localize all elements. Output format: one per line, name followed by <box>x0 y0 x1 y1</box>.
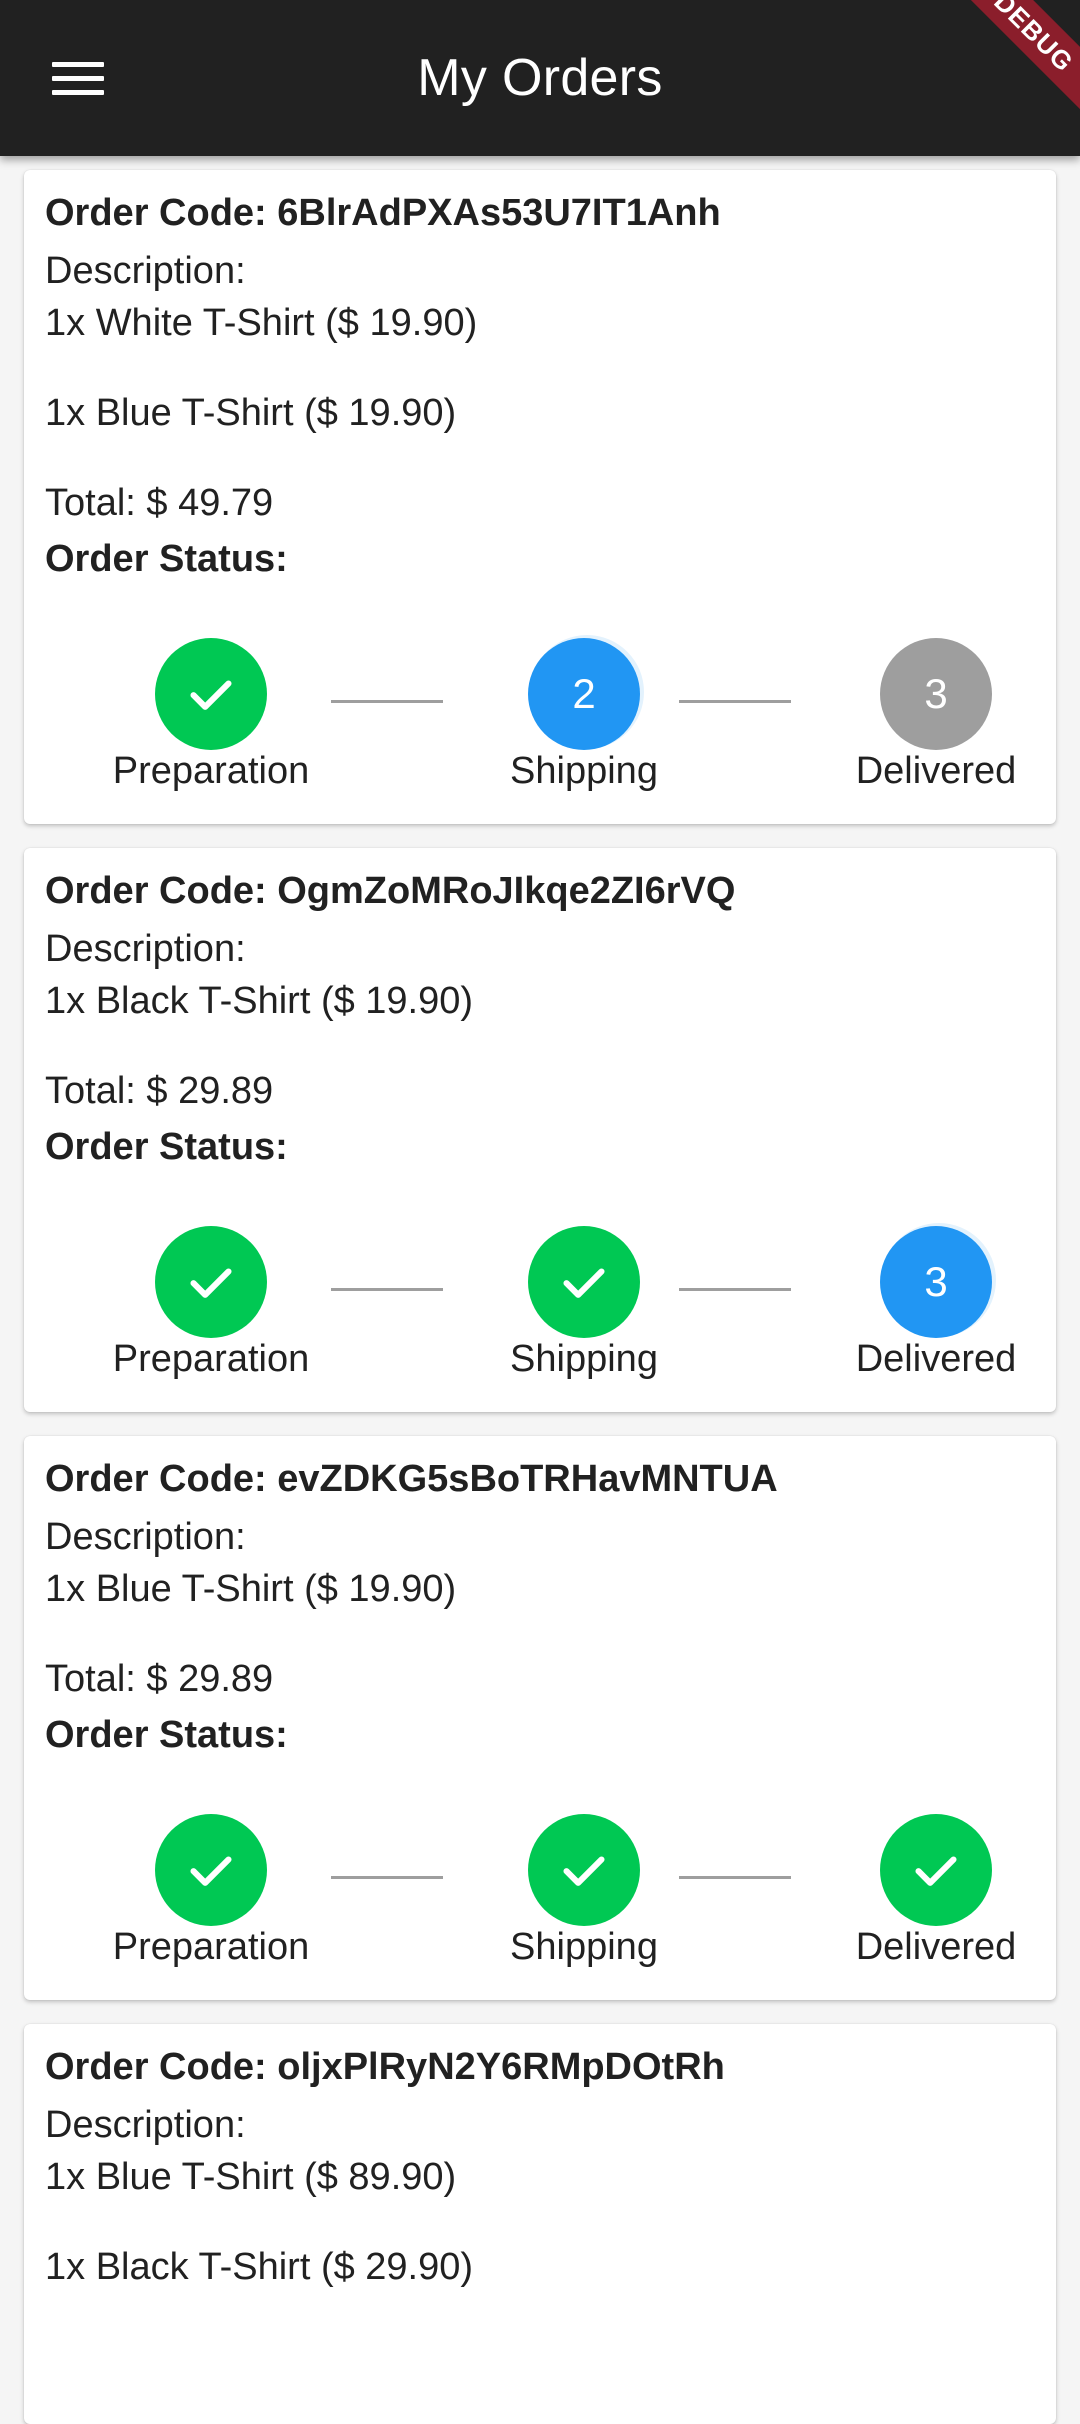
order-line-item: 1x Black T-Shirt ($ 19.90) <box>45 980 474 1022</box>
step-number: 2 <box>528 638 640 750</box>
step-label: Shipping <box>510 1338 658 1380</box>
step-label: Shipping <box>510 750 658 792</box>
check-icon <box>155 1814 267 1926</box>
step-delivered[interactable]: Delivered <box>806 1814 1056 1984</box>
step-connector <box>331 1876 443 1879</box>
order-line-item: 1x Black T-Shirt ($ 29.90) <box>45 2246 474 2288</box>
check-icon <box>155 638 267 750</box>
description-label: Description: <box>45 2104 246 2146</box>
order-total: Total: $ 29.89 <box>45 1658 274 1700</box>
step-connector <box>331 700 443 703</box>
order-card[interactable]: Order Code: evZDKG5sBoTRHavMNTUA Descript… <box>24 1436 1056 2000</box>
step-label: Shipping <box>510 1926 658 1968</box>
description-label: Description: <box>45 1516 246 1558</box>
step-connector <box>331 1288 443 1291</box>
step-label: Delivered <box>855 1926 1017 1968</box>
order-status-label: Order Status: <box>45 538 288 580</box>
step-preparation[interactable]: Preparation <box>81 1226 341 1396</box>
order-code: Order Code: oljxPlRyN2Y6RMpDOtRh <box>45 2046 725 2088</box>
order-status-stepper: Preparation Shipping 3 Delivered <box>24 1226 1056 1396</box>
order-code: Order Code: 6BlrAdPXAs53U7IT1Anh <box>45 192 721 234</box>
order-total: Total: $ 29.89 <box>45 1070 274 1112</box>
page-title: My Orders <box>417 49 663 107</box>
order-line-item: 1x Blue T-Shirt ($ 89.90) <box>45 2156 457 2198</box>
step-preparation[interactable]: Preparation <box>81 638 341 808</box>
order-line-item: 1x Blue T-Shirt ($ 19.90) <box>45 1568 457 1610</box>
order-code: Order Code: OgmZoMRoJIkqe2ZI6rVQ <box>45 870 736 912</box>
order-total: Total: $ 49.79 <box>45 482 274 524</box>
description-label: Description: <box>45 928 246 970</box>
step-label: Preparation <box>112 750 310 792</box>
order-status-stepper: Preparation 2 Shipping 3 Delivered <box>24 638 1056 808</box>
step-label: Preparation <box>112 1926 310 1968</box>
order-card[interactable]: Order Code: OgmZoMRoJIkqe2ZI6rVQ Descript… <box>24 848 1056 1412</box>
step-label: Delivered <box>855 1338 1017 1380</box>
order-line-item: 1x Blue T-Shirt ($ 19.90) <box>45 392 457 434</box>
step-shipping[interactable]: Shipping <box>454 1814 714 1984</box>
check-icon <box>528 1226 640 1338</box>
step-label: Preparation <box>112 1338 310 1380</box>
order-status-label: Order Status: <box>45 1714 288 1756</box>
order-card[interactable]: Order Code: oljxPlRyN2Y6RMpDOtRh Descript… <box>24 2024 1056 2424</box>
order-line-item: 1x White T-Shirt ($ 19.90) <box>45 302 478 344</box>
check-icon <box>528 1814 640 1926</box>
check-icon <box>155 1226 267 1338</box>
app-bar: My Orders DEBUG <box>0 0 1080 156</box>
order-card[interactable]: Order Code: 6BlrAdPXAs53U7IT1Anh Descript… <box>24 170 1056 824</box>
order-status-label: Order Status: <box>45 1126 288 1168</box>
step-preparation[interactable]: Preparation <box>81 1814 341 1984</box>
order-status-stepper: Preparation Shipping Delivered <box>24 1814 1056 1984</box>
check-icon <box>880 1814 992 1926</box>
step-delivered[interactable]: 3 Delivered <box>806 1226 1056 1396</box>
step-delivered[interactable]: 3 Delivered <box>806 638 1056 808</box>
description-label: Description: <box>45 250 246 292</box>
step-label: Delivered <box>855 750 1017 792</box>
order-code: Order Code: evZDKG5sBoTRHavMNTUA <box>45 1458 778 1500</box>
step-number: 3 <box>880 1226 992 1338</box>
step-shipping[interactable]: Shipping <box>454 1226 714 1396</box>
step-number: 3 <box>880 638 992 750</box>
step-shipping[interactable]: 2 Shipping <box>454 638 714 808</box>
